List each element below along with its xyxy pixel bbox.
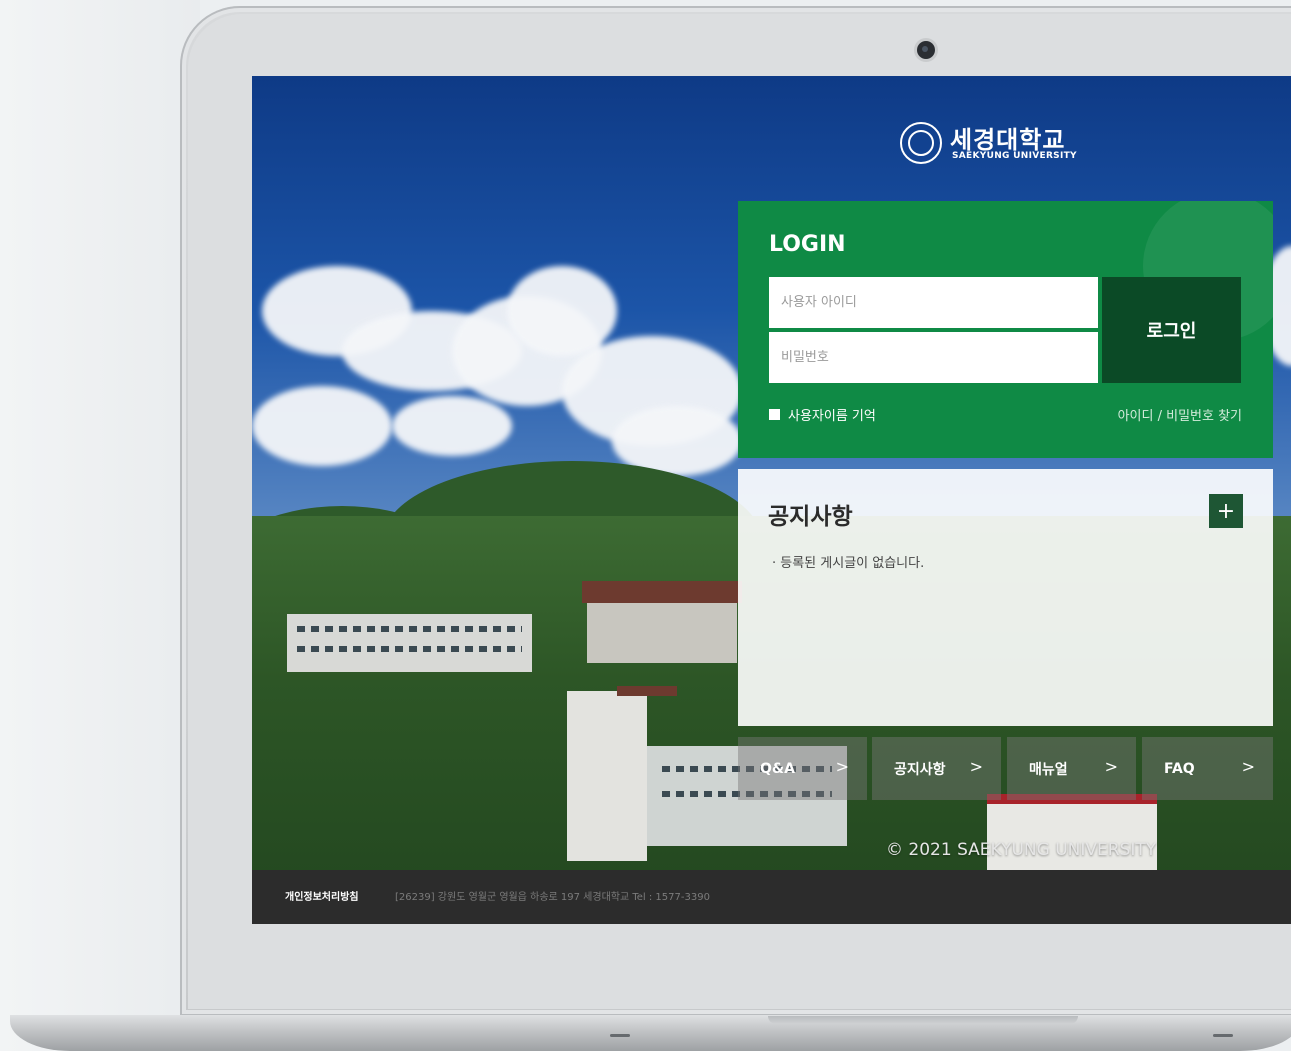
plus-icon: + [1216,498,1236,524]
remember-username[interactable]: 사용자이름 기억 [769,405,876,424]
cloud [392,396,512,456]
campus-building [587,603,737,663]
quick-link-qna[interactable]: Q&A > [738,737,867,800]
notice-panel: 공지사항 + · 등록된 게시글이 없습니다. [738,469,1273,726]
laptop-screen: 세경대학교 SAEKYUNG UNIVERSITY LOGIN 로그인 사용자이… [252,76,1291,924]
quick-link-label: Q&A [760,760,795,777]
login-panel: LOGIN 로그인 사용자이름 기억 아이디 / 비밀번호 찾기 [738,201,1273,458]
footer-address: [26239] 강원도 영월군 영월읍 하송로 197 세경대학교 Tel : … [395,892,710,903]
laptop-base-notch [768,1016,1078,1024]
login-button[interactable]: 로그인 [1102,277,1241,383]
quick-link-label: FAQ [1164,760,1195,777]
page-footer: 개인정보처리방침 [26239] 강원도 영월군 영월읍 하송로 197 세경대… [252,870,1291,924]
login-title: LOGIN [769,232,846,257]
university-name: 세경대학교 [950,126,1066,154]
chevron-right-icon: > [969,757,983,776]
laptop-foot [610,1034,630,1037]
chevron-right-icon: > [1241,757,1255,776]
campus-building [287,614,532,672]
building-windows [297,626,522,632]
cloud [252,386,392,466]
cloud [507,266,617,356]
university-name-english: SAEKYUNG UNIVERSITY [952,151,1077,161]
notice-more-button[interactable]: + [1209,494,1243,528]
quick-link-faq[interactable]: FAQ > [1142,737,1273,800]
building-roof [582,581,742,603]
building-windows [297,646,522,652]
building-roof [617,686,677,696]
laptop-base [10,1015,1291,1051]
campus-building [567,691,647,861]
remember-label: 사용자이름 기억 [788,409,876,424]
notice-empty-message: · 등록된 게시글이 없습니다. [772,556,925,571]
chevron-right-icon: > [835,757,849,776]
quick-link-manual[interactable]: 매뉴얼 > [1007,737,1136,800]
university-seal-icon [900,122,942,164]
campus-building [987,801,1157,871]
page-background [0,0,200,1051]
chevron-right-icon: > [1104,757,1118,776]
find-id-password-link[interactable]: 아이디 / 비밀번호 찾기 [1118,405,1242,424]
remember-checkbox[interactable] [769,409,780,420]
user-id-input[interactable] [769,277,1098,328]
quick-link-notice[interactable]: 공지사항 > [872,737,1001,800]
password-input[interactable] [769,332,1098,383]
privacy-policy-link[interactable]: 개인정보처리방침 [285,888,359,903]
quick-link-label: 매뉴얼 [1029,761,1068,778]
copyright-text: © 2021 SAEKYUNG UNIVERSITY [886,840,1157,860]
quick-link-label: 공지사항 [894,761,946,778]
webcam-icon [917,41,935,59]
laptop-foot [1213,1034,1233,1037]
notice-title: 공지사항 [768,504,853,530]
